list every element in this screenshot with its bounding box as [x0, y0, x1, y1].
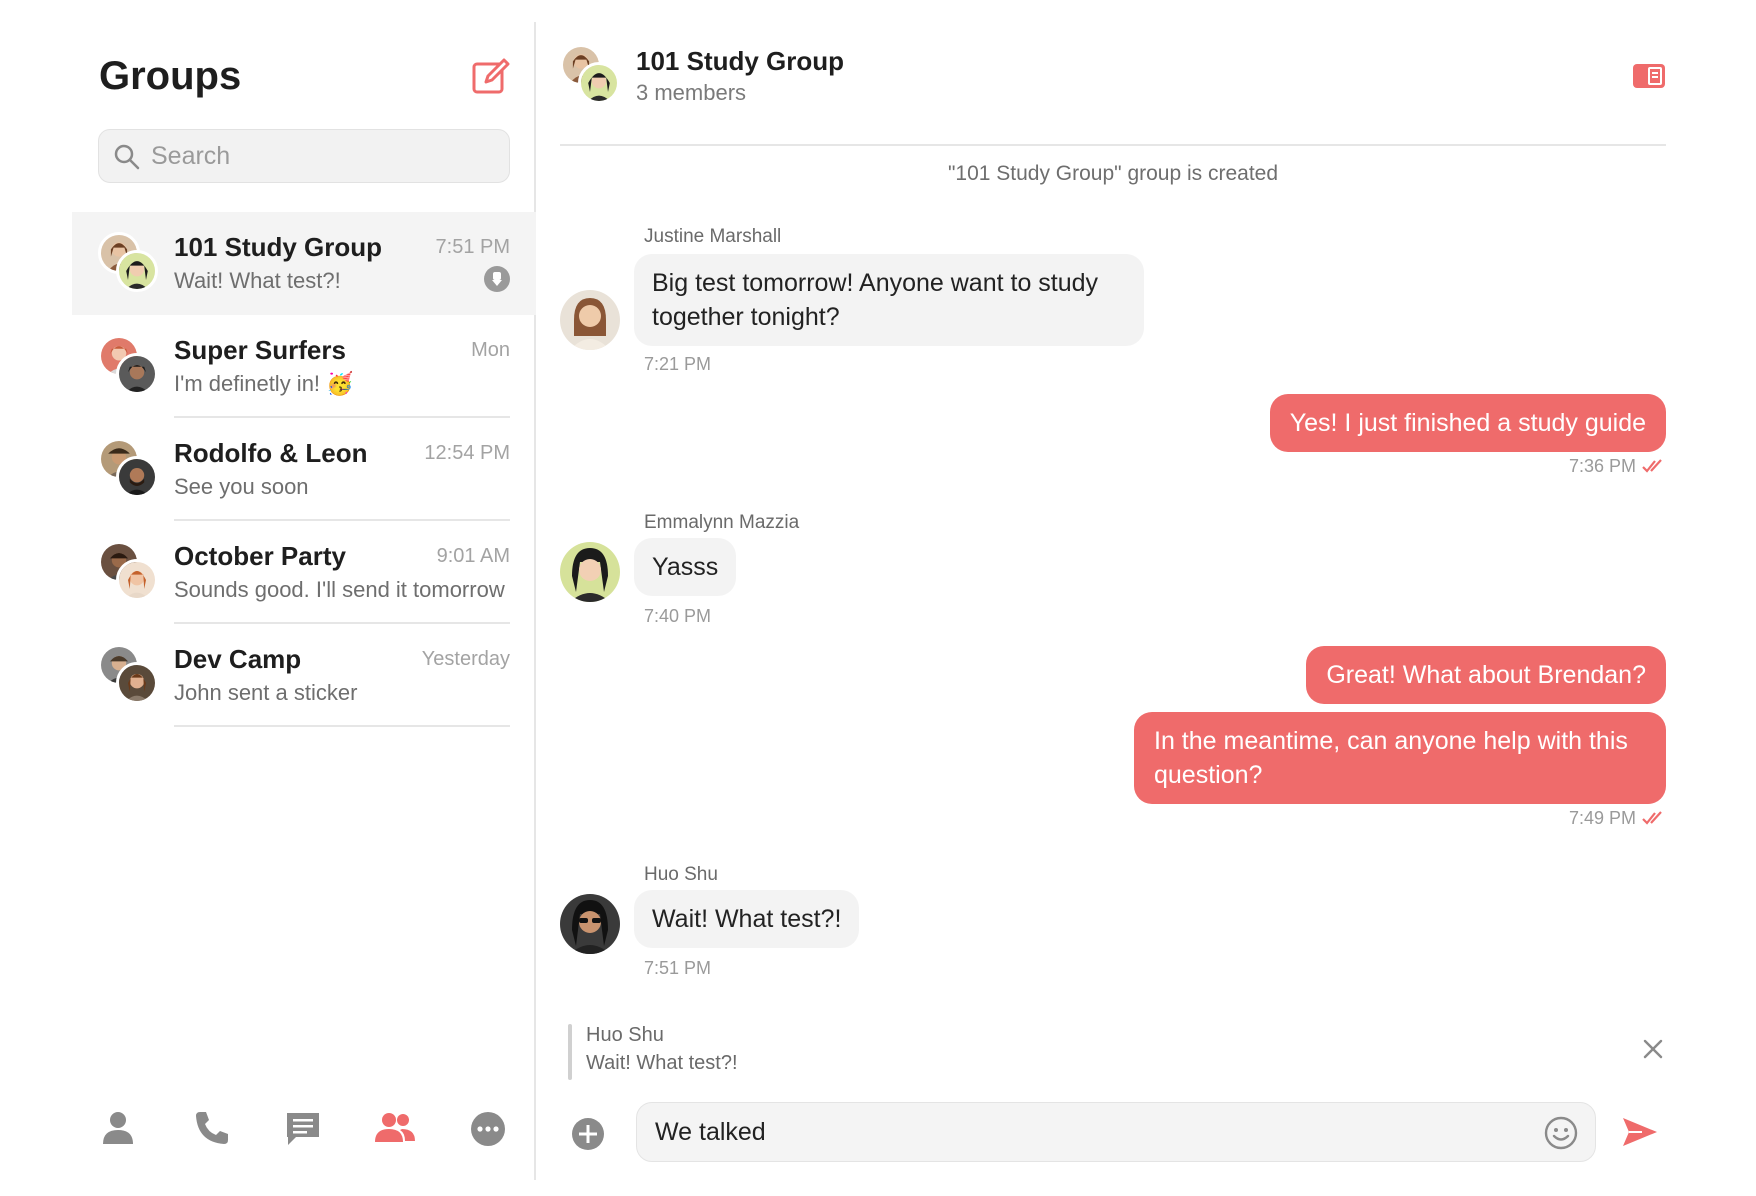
message-bubble[interactable]: Big test tomorrow! Anyone want to study …	[634, 254, 1144, 346]
member-count: 3 members	[636, 80, 747, 105]
conversation-preview: John sent a sticker	[174, 680, 358, 705]
group-avatar	[98, 438, 162, 502]
message-bubble[interactable]: Wait! What test?!	[634, 890, 860, 948]
message-status: 7:49 PM	[1569, 808, 1666, 829]
system-message: "101 Study Group" group is created	[947, 162, 1279, 185]
groups-sidebar: Groups 101 Study Group Wait! What	[72, 22, 536, 1180]
message-time: 7:36 PM	[1568, 456, 1636, 476]
conversation-list: 101 Study Group Wait! What test?! 7:51 P…	[72, 212, 536, 727]
message-bubble-outgoing[interactable]: Yes! I just finished a study guide	[1269, 394, 1666, 452]
search-input[interactable]	[151, 130, 501, 182]
chat-pane: 101 Study Group 3 members "101 Study Gro…	[560, 22, 1680, 1180]
conversation-item[interactable]: 101 Study Group Wait! What test?! 7:51 P…	[72, 212, 536, 315]
sender-name: Huo Shu	[644, 864, 718, 885]
compose-icon[interactable]	[470, 56, 512, 98]
group-avatar	[560, 44, 624, 108]
message-input[interactable]	[655, 1103, 1515, 1161]
group-avatar	[98, 644, 162, 708]
conversation-preview: Sounds good. I'll send it tomorrow	[174, 577, 505, 602]
conversation-preview: See you soon	[174, 474, 309, 499]
conversation-preview: I'm definetly in! 🥳	[174, 371, 354, 396]
add-icon[interactable]	[570, 1116, 606, 1152]
group-avatar	[98, 541, 162, 605]
sidebar-title: Groups	[99, 54, 242, 98]
sender-name: Emmalynn Mazzia	[644, 512, 800, 533]
conversation-time: 9:01 AM	[436, 545, 510, 567]
person-icon[interactable]	[95, 1106, 141, 1152]
sender-name: Justine Marshall	[644, 226, 782, 247]
groups-icon[interactable]	[372, 1106, 418, 1152]
muted-badge-icon	[484, 266, 510, 292]
conversation-time: 12:54 PM	[424, 442, 510, 464]
reply-bar	[568, 1024, 572, 1080]
conversation-time: Mon	[471, 339, 510, 361]
conversation-name: Super Surfers	[174, 335, 346, 365]
message-composer	[560, 1102, 1680, 1166]
messenger-app: Groups 101 Study Group Wait! What	[0, 0, 1756, 1196]
message-time: 7:40 PM	[644, 606, 712, 626]
conversation-item[interactable]: Rodolfo & Leon See you soon 12:54 PM	[72, 418, 536, 521]
conversation-name: 101 Study Group	[174, 232, 383, 262]
chat-title: 101 Study Group	[636, 46, 845, 76]
details-panel-icon[interactable]	[1632, 62, 1666, 90]
emoji-icon[interactable]	[1543, 1115, 1579, 1151]
close-icon[interactable]	[1640, 1036, 1666, 1062]
search-icon	[114, 144, 140, 170]
conversation-item[interactable]: Super Surfers I'm definetly in! 🥳 Mon	[72, 315, 536, 418]
phone-icon[interactable]	[188, 1106, 234, 1152]
message-bubble-outgoing[interactable]: In the meantime, can anyone help with th…	[1134, 712, 1666, 804]
conversation-name: Dev Camp	[174, 644, 302, 674]
more-icon[interactable]	[465, 1106, 511, 1152]
avatar	[560, 542, 620, 602]
bottom-navigation	[72, 1102, 536, 1162]
conversation-item[interactable]: Dev Camp John sent a sticker Yesterday	[72, 624, 536, 727]
avatar	[560, 894, 620, 954]
search-bar[interactable]	[98, 129, 510, 183]
conversation-preview: Wait! What test?!	[174, 268, 341, 293]
avatar	[560, 290, 620, 350]
read-receipt-icon	[1642, 811, 1662, 825]
conversation-time: Yesterday	[421, 648, 510, 670]
read-receipt-icon	[1642, 459, 1662, 473]
send-icon[interactable]	[1620, 1114, 1660, 1150]
message-time: 7:21 PM	[644, 354, 712, 374]
reply-sender: Huo Shu	[586, 1024, 664, 1046]
divider	[174, 725, 510, 727]
reply-text: Wait! What test?!	[586, 1052, 738, 1074]
message-time: 7:51 PM	[644, 958, 712, 978]
reply-preview: Huo Shu Wait! What test?!	[568, 1024, 1666, 1084]
message-status: 7:36 PM	[1569, 456, 1666, 477]
conversation-time: 7:51 PM	[435, 236, 510, 258]
group-avatar	[98, 232, 162, 296]
conversation-name: Rodolfo & Leon	[174, 438, 368, 468]
conversation-name: October Party	[174, 541, 346, 571]
message-input-wrapper	[636, 1102, 1596, 1162]
message-time: 7:49 PM	[1568, 808, 1636, 828]
conversation-item[interactable]: October Party Sounds good. I'll send it …	[72, 521, 536, 624]
group-avatar	[98, 335, 162, 399]
chat-icon[interactable]	[280, 1106, 326, 1152]
message-bubble-outgoing[interactable]: Great! What about Brendan?	[1306, 646, 1666, 704]
message-bubble[interactable]: Yasss	[634, 538, 737, 596]
chat-header: 101 Study Group 3 members	[560, 22, 1666, 146]
